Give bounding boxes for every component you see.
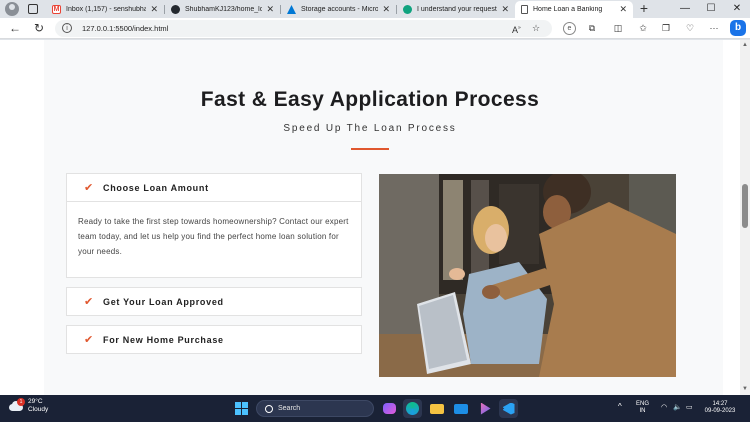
cloud-icon: 1 <box>8 398 25 412</box>
file-explorer-icon[interactable] <box>427 399 446 418</box>
favorites-icon[interactable]: ✩ <box>636 21 650 35</box>
weather-temperature: 29°C <box>28 398 43 405</box>
extensions-puzzle-icon[interactable]: ⧉ <box>585 21 599 35</box>
close-tab-icon[interactable]: ✕ <box>266 4 274 15</box>
weather-alert-badge: 1 <box>17 398 25 406</box>
site-info-icon[interactable]: i <box>62 23 72 33</box>
scroll-up-icon[interactable]: ▲ <box>741 41 749 49</box>
checkmark-icon: ✔ <box>84 296 94 308</box>
browser-essentials-icon[interactable]: ♡ <box>683 21 697 35</box>
back-icon[interactable]: ← <box>7 20 23 36</box>
weather-widget[interactable]: 1 29°C Cloudy <box>8 398 48 414</box>
media-player-icon[interactable] <box>475 399 494 418</box>
tab-title: Storage accounts - Microsoft <box>301 6 379 13</box>
heading-divider <box>351 148 389 150</box>
url-text[interactable]: 127.0.0.1:5500/index.html <box>82 20 168 37</box>
taskbar-search[interactable]: Search <box>256 400 374 417</box>
show-hidden-icons[interactable]: ^ <box>618 403 622 411</box>
tab-title: Home Loan a Banking <box>533 6 603 13</box>
search-label: Search <box>278 405 301 412</box>
collections-icon[interactable]: ❐ <box>659 21 673 35</box>
vscode-icon[interactable] <box>499 399 518 418</box>
extension-icon[interactable]: e <box>563 22 576 35</box>
close-tab-icon[interactable]: ✕ <box>382 4 390 15</box>
tab-github[interactable]: ShubhamKJ123/home_loan ✕ <box>165 1 280 18</box>
close-tab-icon[interactable]: ✕ <box>619 4 627 15</box>
accordion-panel: Ready to take the first step towards hom… <box>66 202 362 278</box>
read-aloud-icon[interactable]: A» <box>512 20 521 39</box>
copilot-icon[interactable]: b <box>730 20 746 36</box>
page-viewport: Fast & Easy Application Process Speed Up… <box>0 40 740 395</box>
tab-home-loan[interactable]: Home Loan a Banking ✕ <box>515 1 633 18</box>
accordion-choose-loan-amount[interactable]: ✔ Choose Loan Amount <box>66 173 362 202</box>
azure-icon <box>287 5 296 14</box>
browser-toolbar: ← ↻ i 127.0.0.1:5500/index.html A» ☆ e ⧉… <box>0 18 750 39</box>
tab-chatgpt[interactable]: I understand your request. ✕ <box>397 1 515 18</box>
tab-title: I understand your request. <box>417 6 498 13</box>
checkmark-icon: ✔ <box>84 182 94 194</box>
gmail-icon: M <box>52 5 61 14</box>
maximize-icon[interactable]: ☐ <box>698 1 724 17</box>
accordion-label: Get Your Loan Approved <box>103 296 224 307</box>
workspaces-icon[interactable] <box>28 4 38 14</box>
accordion-panel-text: Ready to take the first step towards hom… <box>78 217 349 256</box>
minimize-icon[interactable]: — <box>672 1 698 17</box>
profile-icon[interactable] <box>5 2 19 16</box>
clock-time: 14:27 <box>712 401 728 407</box>
accordion-label: For New Home Purchase <box>103 334 224 345</box>
tab-gmail[interactable]: M Inbox (1,157) - senshubham ✕ <box>46 1 164 18</box>
scroll-down-icon[interactable]: ▼ <box>741 385 749 393</box>
github-icon <box>171 5 180 14</box>
scroll-thumb[interactable] <box>742 184 748 228</box>
search-icon <box>265 405 273 413</box>
windows-taskbar: 1 29°C Cloudy Search ^ ENG IN ◠ 🔈 ▭ 14:2… <box>0 395 750 422</box>
chatgpt-icon <box>403 5 412 14</box>
close-tab-icon[interactable]: ✕ <box>501 4 509 15</box>
accordion-get-loan-approved[interactable]: ✔ Get Your Loan Approved <box>66 287 362 316</box>
refresh-icon[interactable]: ↻ <box>31 20 47 36</box>
clock[interactable]: 14:27 09-09-2023 <box>702 401 738 415</box>
wifi-icon[interactable]: ◠ <box>661 404 667 411</box>
volume-icon[interactable]: 🔈 <box>673 404 682 411</box>
tab-title: Inbox (1,157) - senshubham <box>66 6 147 13</box>
section-heading: Fast & Easy Application Process <box>200 88 540 111</box>
accordion-label: Choose Loan Amount <box>103 182 209 193</box>
mail-icon[interactable] <box>451 399 470 418</box>
weather-condition: Cloudy <box>28 406 49 413</box>
checkmark-icon: ✔ <box>84 334 94 346</box>
clock-date: 09-09-2023 <box>704 408 736 414</box>
split-screen-icon[interactable]: ◫ <box>611 21 625 35</box>
windows-start-icon[interactable] <box>232 399 251 418</box>
accordion-new-home-purchase[interactable]: ✔ For New Home Purchase <box>66 325 362 354</box>
favorite-star-icon[interactable]: ☆ <box>532 20 540 37</box>
tab-title: ShubhamKJ123/home_loan <box>185 6 263 13</box>
edge-icon[interactable] <box>403 399 422 418</box>
language-indicator[interactable]: ENG IN <box>636 401 649 415</box>
copilot-taskbar-icon[interactable] <box>380 399 399 418</box>
address-bar[interactable]: i 127.0.0.1:5500/index.html A» ☆ <box>55 20 552 37</box>
close-tab-icon[interactable]: ✕ <box>150 4 158 15</box>
consultation-photo <box>379 174 676 377</box>
close-window-icon[interactable]: ✕ <box>724 1 750 17</box>
tab-azure[interactable]: Storage accounts - Microsoft ✕ <box>281 1 396 18</box>
section-subheading: Speed Up The Loan Process <box>283 123 457 134</box>
new-tab-button[interactable]: + <box>637 1 651 17</box>
document-icon <box>521 5 528 14</box>
more-menu-icon[interactable]: ··· <box>707 21 721 35</box>
tab-strip: M Inbox (1,157) - senshubham ✕ ShubhamKJ… <box>0 0 750 18</box>
battery-icon[interactable]: ▭ <box>686 404 693 411</box>
page-scrollbar[interactable]: ▲ ▼ <box>740 40 750 395</box>
